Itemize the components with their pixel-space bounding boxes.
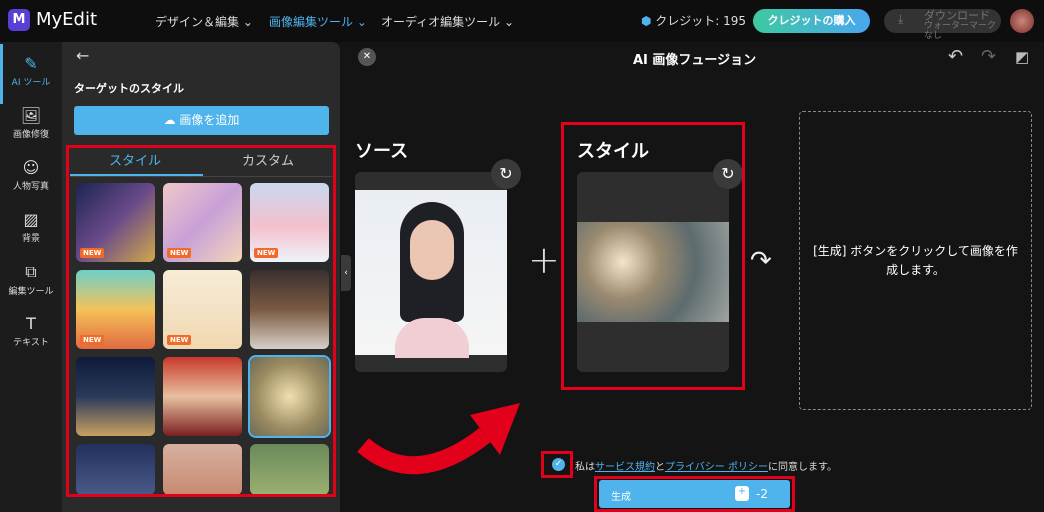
result-placeholder: [生成] ボタンをクリックして画像を作成します。 [813,244,1018,277]
tool-rail: ✎ AI ツール 🖼 画像修復 ☺ 人物写真 ▨ 背景 ⧉ 編集ツール T テキスト [0,42,62,512]
agree-and: と [655,462,665,473]
collapse-panel-handle[interactable]: ‹ [341,255,351,291]
download-button[interactable]: ⤓ ダウンロード ウォーターマークなし [884,9,1001,41]
page-title: AI 画像フュージョン [633,53,757,68]
highlight-box-style [561,122,745,390]
logo[interactable]: M [8,9,30,31]
image-icon: 🖼 [20,106,42,125]
credit-icon: ⬢ [641,14,656,28]
agree-text: 私はサービス規約とプライバシー ポリシーに同意します。 [575,458,837,473]
avatar[interactable] [1010,9,1034,33]
result-area: [生成] ボタンをクリックして画像を作成します。 [799,111,1032,410]
rail-background[interactable]: ▨ 背景 [0,210,62,244]
download-sublabel: ウォーターマークなし [924,21,997,41]
rail-portrait[interactable]: ☺ 人物写真 [0,158,62,192]
rail-label: テキスト [13,338,49,348]
credit-text: クレジット: 195 [655,14,747,28]
back-arrow-icon[interactable]: ← [76,46,89,65]
text-icon: T [26,314,36,333]
download-label: ダウンロード [924,9,990,22]
nav-audio-tools[interactable]: オーディオ編集ツール ⌄ [381,13,514,30]
curved-arrow-icon [357,403,520,475]
add-image-button[interactable]: ☁ 画像を追加 [74,106,329,135]
source-image [355,190,507,358]
rail-text[interactable]: T テキスト [0,314,62,348]
highlight-box-generate [594,476,795,512]
background-icon: ▨ [23,210,39,229]
rail-edit-tools[interactable]: ⧉ 編集ツール [0,262,62,297]
reset-source-icon[interactable]: ↻ [491,159,521,189]
rail-label: 画像修復 [12,130,49,140]
portrait-icon: ☺ [22,158,40,177]
magic-wand-icon: ✎ [24,54,38,73]
rail-label: 人物写真 [12,182,49,192]
buy-credits-button[interactable]: クレジットの購入 [753,9,870,33]
undo-icon[interactable]: ↶ [948,46,963,67]
arrow-right-icon: ↷ [750,246,772,276]
credit-count: ⬢ クレジット: 195 [641,12,746,29]
brand-name[interactable]: MyEdit [36,9,97,30]
add-image-label: 画像を追加 [179,113,240,127]
panel-title: ターゲットのスタイル [74,82,184,95]
source-label: ソース [355,141,409,162]
layers-icon: ⧉ [25,262,37,281]
download-icon: ⤓ [898,12,904,26]
agree-suffix: に同意します。 [767,462,837,473]
top-bar: M MyEdit デザイン＆編集 ⌄ 画像編集ツール ⌄ オーディオ編集ツール … [0,0,1044,42]
compare-icon[interactable]: ◩ [1015,48,1029,66]
nav-image-tools[interactable]: 画像編集ツール ⌄ [269,13,367,30]
terms-link[interactable]: サービス規約 [595,462,655,473]
agree-checkbox[interactable]: ✓ [552,458,565,471]
plus-icon: + [528,238,560,282]
rail-image-repair[interactable]: 🖼 画像修復 [0,106,62,140]
rail-label: 背景 [21,234,40,244]
highlight-box-styles [66,145,336,497]
cloud-upload-icon: ☁ [163,113,180,127]
rail-label: AI ツール [11,78,51,88]
privacy-link[interactable]: プライバシー ポリシー [665,462,768,473]
close-icon[interactable]: ✕ [358,48,376,66]
nav-design[interactable]: デザイン＆編集 ⌄ [155,13,253,30]
rail-label: 編集ツール [8,287,54,297]
rail-ai-tools[interactable]: ✎ AI ツール [0,54,62,88]
source-card[interactable] [355,172,507,372]
redo-icon[interactable]: ↷ [981,46,996,67]
agree-prefix: 私は [575,462,595,473]
